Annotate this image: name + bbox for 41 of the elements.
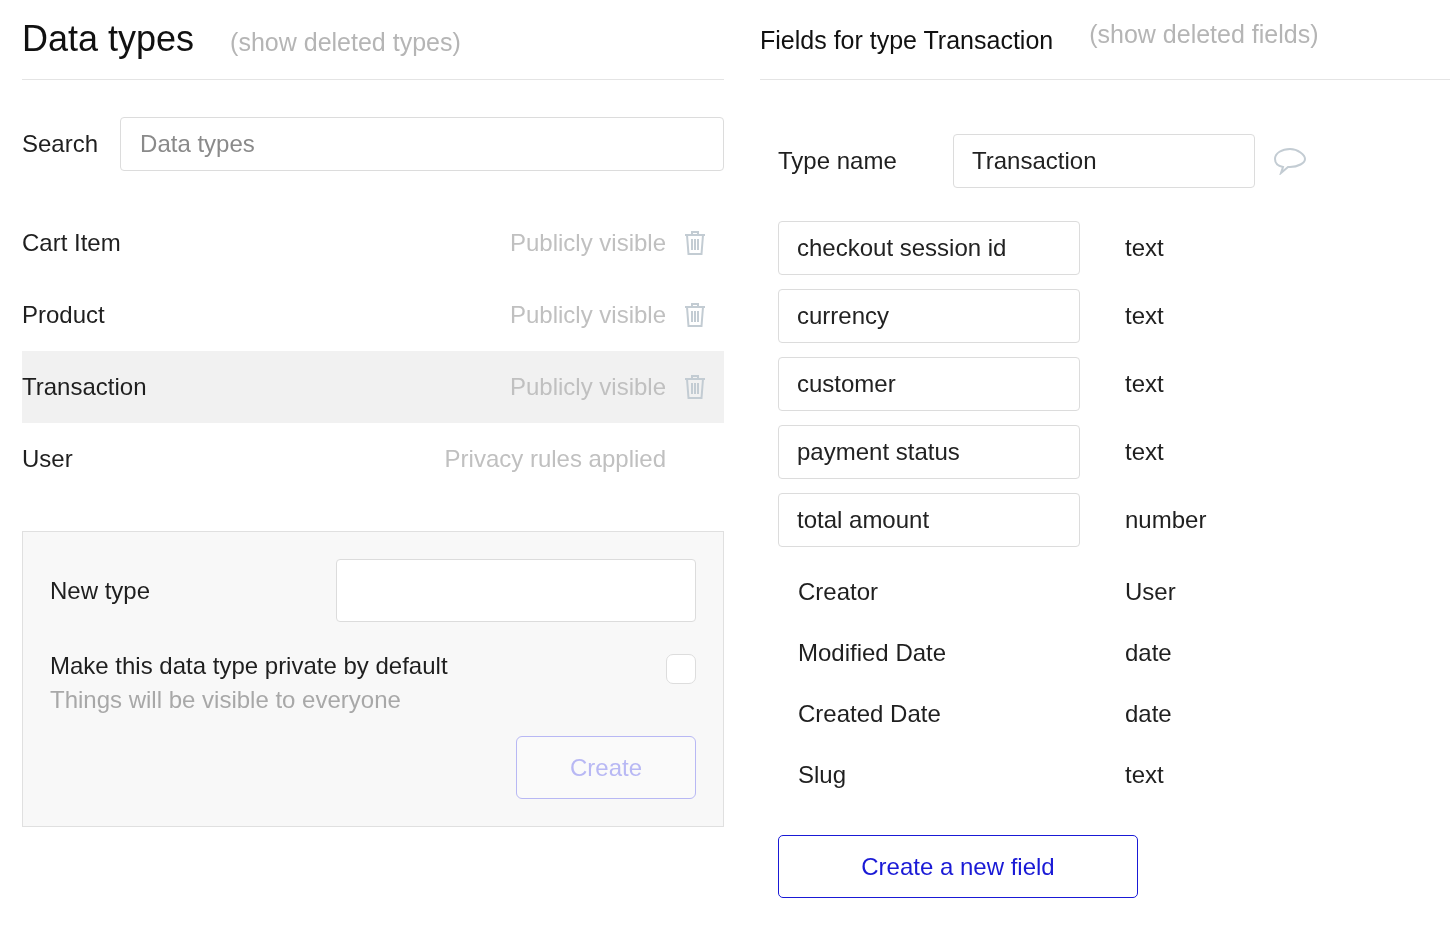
field-name: Modified Date xyxy=(798,638,948,667)
type-name: Transaction xyxy=(22,373,148,401)
type-name: Product xyxy=(22,301,106,329)
create-field-button[interactable]: Create a new field xyxy=(778,835,1138,898)
new-type-label: New type xyxy=(50,576,151,605)
field-type: User xyxy=(1125,577,1176,606)
field-type: text xyxy=(1125,438,1164,466)
field-type: text xyxy=(1125,370,1164,398)
type-name: User xyxy=(22,445,74,473)
field-type: date xyxy=(1125,638,1172,667)
comment-icon[interactable] xyxy=(1273,147,1307,175)
visibility-label: Publicly visible xyxy=(509,229,666,257)
field-type: date xyxy=(1125,699,1172,728)
field-name: Creator xyxy=(798,577,880,606)
search-label: Search xyxy=(22,130,99,158)
private-checkbox[interactable] xyxy=(666,654,696,684)
new-type-field[interactable] xyxy=(336,559,696,622)
field-type: text xyxy=(1125,234,1164,262)
field-type: number xyxy=(1125,506,1207,534)
trash-icon[interactable] xyxy=(684,374,706,400)
private-hint: Things will be visible to everyone xyxy=(50,686,402,714)
type-name: Cart Item xyxy=(22,229,122,257)
type-name-label: Type name xyxy=(778,147,898,175)
panel-title: Data types xyxy=(22,18,195,60)
field-type: text xyxy=(1125,760,1164,789)
field-name-input[interactable]: customer xyxy=(778,357,1080,411)
field-name-input[interactable]: currency xyxy=(778,289,1080,343)
field-name: Created Date xyxy=(798,699,942,728)
search-field[interactable]: Data types xyxy=(120,117,724,171)
private-label: Make this data type private by default xyxy=(50,652,448,680)
field-name-input[interactable]: payment status xyxy=(778,425,1080,479)
visibility-label: Publicly visible xyxy=(509,301,666,329)
type-name-field[interactable]: Transaction xyxy=(953,134,1255,188)
trash-icon[interactable] xyxy=(684,230,706,256)
field-name: Slug xyxy=(798,760,848,789)
panel-title: Fields for type Transaction xyxy=(760,26,1054,55)
visibility-label: Privacy rules applied xyxy=(444,445,666,473)
field-name-input[interactable]: total amount xyxy=(778,493,1080,547)
field-type: text xyxy=(1125,302,1164,330)
field-name-input[interactable]: checkout session id xyxy=(778,221,1080,275)
trash-icon[interactable] xyxy=(684,302,706,328)
